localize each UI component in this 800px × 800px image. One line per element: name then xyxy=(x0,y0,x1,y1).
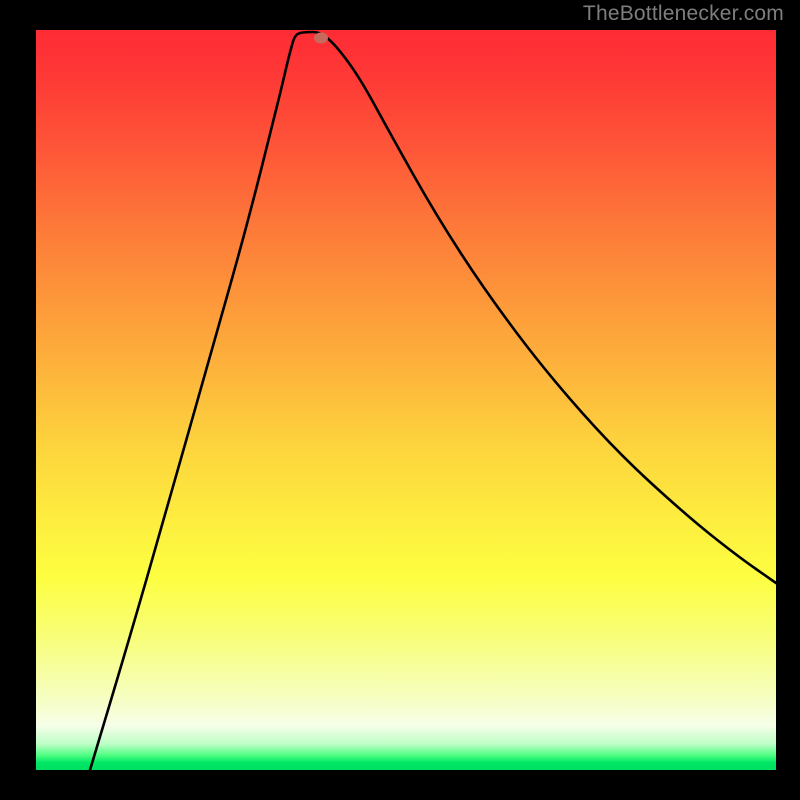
watermark-text: TheBottlenecker.com xyxy=(583,2,784,26)
bottleneck-curve xyxy=(36,30,776,770)
chart-plot-area xyxy=(36,30,776,770)
optimal-point-marker xyxy=(314,33,328,44)
